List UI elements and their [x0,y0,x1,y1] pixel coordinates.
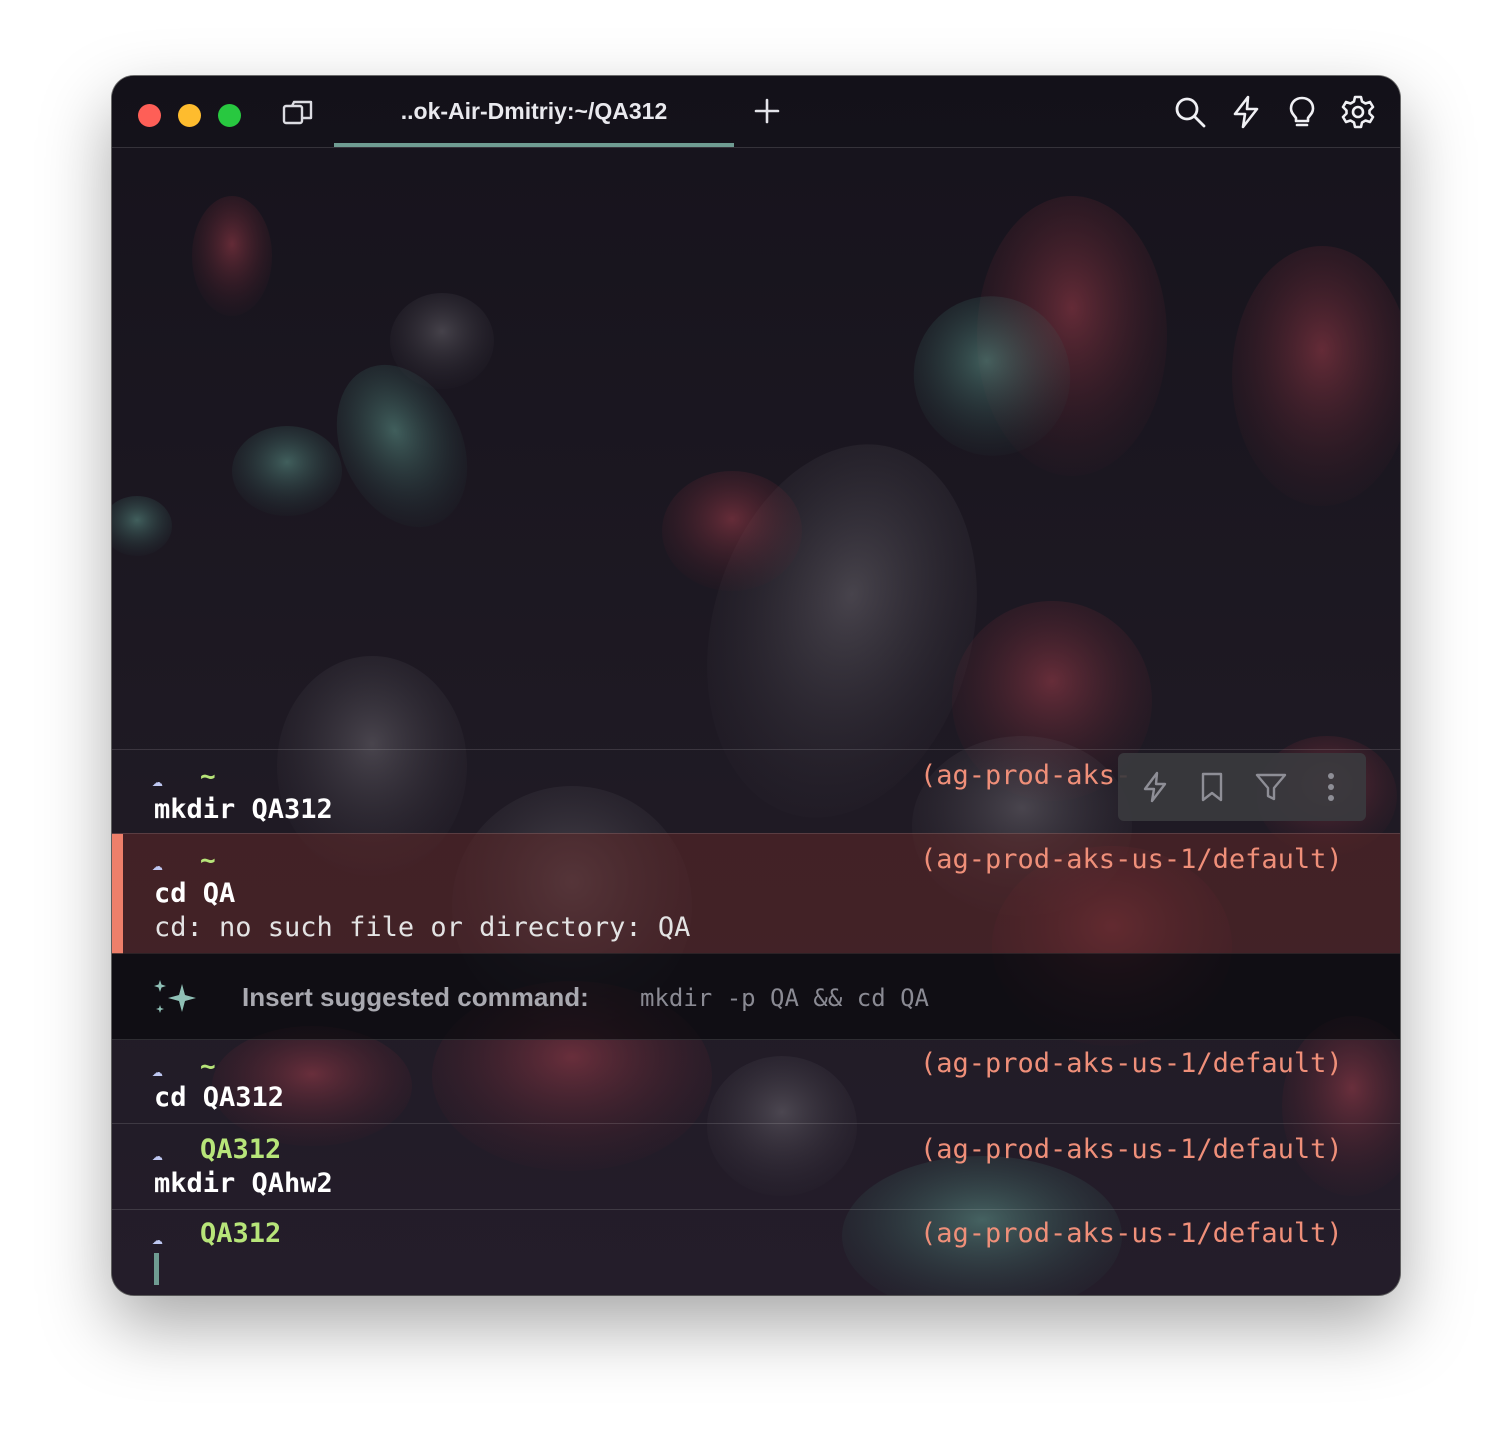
command-output: cd: no such file or directory: QA [154,912,691,943]
active-prompt-block[interactable]: ☁ QA312 (ag-prod-aks-us-1/default) [112,1209,1400,1295]
kube-context: (ag-prod-aks-us-1/default) [920,1134,1343,1165]
kube-context: (ag-prod-aks-us-1/default) [920,844,1343,875]
prompt-directory: ~ [200,762,216,792]
prompt-directory: ~ [200,1052,216,1082]
more-vertical-icon[interactable] [1314,770,1348,804]
search-icon[interactable] [1172,94,1208,130]
command-text: mkdir QA312 [154,794,333,825]
filter-icon[interactable] [1254,770,1288,804]
plus-icon[interactable] [752,96,782,126]
prompt-directory: QA312 [200,1218,282,1249]
close-window-button[interactable] [138,104,161,127]
error-indicator-bar [112,834,123,954]
cloud-prompt-icon: ☁ [152,1060,163,1081]
minimize-window-button[interactable] [178,104,201,127]
terminal-window: ..ok-Air-Dmitriy:~/QA312 ☁ ~ (ag-prod-ak… [112,76,1400,1295]
title-bar: ..ok-Air-Dmitriy:~/QA312 [112,76,1400,148]
active-tab-indicator [334,143,734,147]
suggested-command-banner[interactable]: Insert suggested command: mkdir -p QA &&… [112,953,1400,1040]
command-block-error[interactable]: ☁ ~ (ag-prod-aks-us-1/default) cd QA cd:… [112,833,1400,954]
tab-title: ..ok-Air-Dmitriy:~/QA312 [400,98,668,124]
lightbulb-icon[interactable] [1284,94,1320,130]
prompt-directory: ~ [200,846,216,876]
cloud-prompt-icon: ☁ [152,1144,163,1165]
cloud-prompt-icon: ☁ [152,770,163,791]
command-text: cd QA [154,878,236,909]
prompt-directory: QA312 [200,1134,282,1165]
suggested-command[interactable]: mkdir -p QA && cd QA [640,984,929,1012]
command-text: cd QA312 [154,1082,285,1113]
block-action-toolbar [1118,753,1366,821]
maximize-window-button[interactable] [218,104,241,127]
kube-context: (ag-prod-aks-us-1/default) [920,1048,1343,1079]
kube-context: (ag-prod-aks- [920,760,1132,791]
lightning-icon[interactable] [1228,94,1264,130]
lightning-icon[interactable] [1138,770,1172,804]
kube-context: (ag-prod-aks-us-1/default) [920,1218,1343,1249]
sparkle-icon [154,980,196,1013]
command-block[interactable]: ☁ QA312 (ag-prod-aks-us-1/default) mkdir… [112,1123,1400,1210]
input-cursor[interactable] [154,1253,159,1285]
cloud-prompt-icon: ☁ [152,1228,163,1249]
bookmark-icon[interactable] [1195,770,1229,804]
suggestion-label: Insert suggested command: [242,982,589,1012]
tab-active[interactable]: ..ok-Air-Dmitriy:~/QA312 [334,76,734,147]
panes-icon[interactable] [282,100,314,126]
gear-icon[interactable] [1340,94,1376,130]
command-block[interactable]: ☁ ~ (ag-prod-aks-us-1/default) cd QA312 [112,1039,1400,1124]
cloud-prompt-icon: ☁ [152,854,163,875]
command-text: mkdir QAhw2 [154,1168,333,1199]
